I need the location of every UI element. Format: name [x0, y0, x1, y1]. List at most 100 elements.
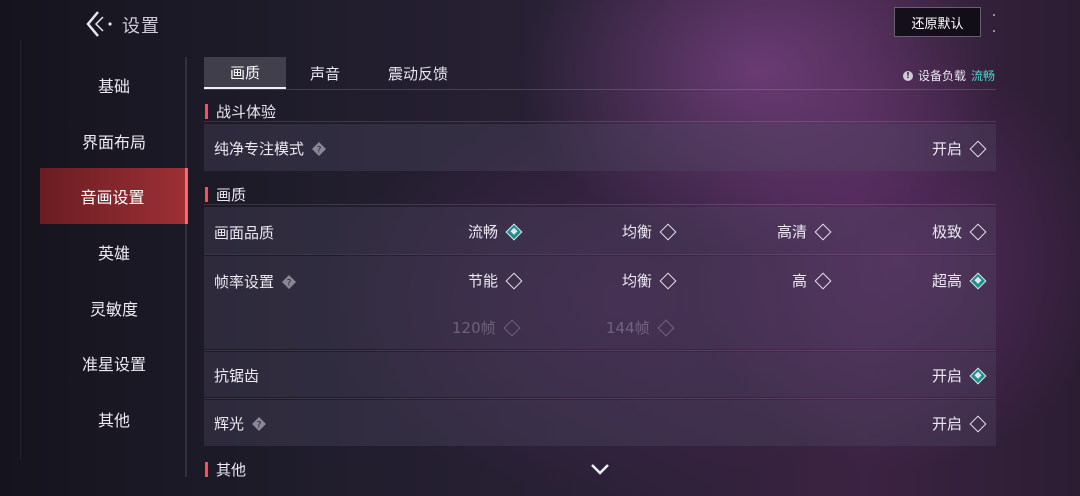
setting-row-picture-quality: 画面品质 流畅 均衡 高清 极致: [204, 207, 996, 254]
row-divider: [204, 398, 996, 399]
setting-label: 辉光 ?: [214, 413, 267, 434]
radio-checked-icon: [969, 272, 987, 289]
radio-checked-icon: [505, 223, 523, 240]
setting-row-pure-focus: 纯净专注模式 ? 开启: [204, 124, 996, 171]
option-label: 开启: [931, 140, 962, 158]
decor-line: [20, 40, 21, 460]
section-other-header: 其他: [205, 459, 246, 480]
device-load-value: 流畅: [970, 69, 995, 83]
frame-option-power-save[interactable]: 节能: [468, 270, 523, 291]
anti-aliasing-label: 抗锯齿: [214, 367, 260, 385]
option-label: 144帧: [606, 319, 650, 337]
sidebar-item-other[interactable]: 其他: [40, 391, 188, 447]
radio-diamond-icon: [659, 223, 677, 240]
sidebar-item-layout[interactable]: 界面布局: [40, 113, 188, 169]
sidebar: 基础 界面布局 音画设置 英雄 灵敏度 准星设置 其他: [40, 57, 188, 447]
frame-option-high[interactable]: 高: [792, 270, 832, 291]
sidebar-item-hero[interactable]: 英雄: [40, 224, 188, 280]
option-label: 极致: [931, 223, 962, 241]
option-label: 120帧: [452, 319, 496, 337]
quality-option-balanced[interactable]: 均衡: [622, 221, 677, 242]
section-title: 画质: [216, 186, 247, 204]
pure-focus-on-option[interactable]: 开启: [931, 138, 987, 159]
radio-diamond-icon: [657, 319, 675, 336]
section-battle-header: 战斗体验: [205, 101, 276, 122]
scroll-down-chevron-icon[interactable]: [589, 462, 611, 478]
back-button[interactable]: [82, 8, 122, 40]
radio-diamond-icon: [814, 223, 832, 240]
warning-icon: !: [902, 70, 913, 81]
radio-diamond-icon: [505, 272, 523, 289]
radio-checked-icon: [969, 367, 987, 384]
section-marker: [205, 462, 208, 477]
bloom-label: 辉光: [214, 415, 245, 433]
setting-label: 画面品质: [214, 222, 274, 243]
radio-diamond-icon: [969, 415, 987, 432]
sidebar-item-crosshair[interactable]: 准星设置: [40, 335, 188, 391]
sidebar-item-basic[interactable]: 基础: [40, 57, 188, 113]
section-title: 战斗体验: [216, 103, 277, 121]
section-title: 其他: [216, 461, 247, 479]
tab-bar: 画质 声音 震动反馈: [204, 57, 472, 89]
page-title: 设置: [122, 16, 160, 37]
tab-graphics[interactable]: 画质: [204, 57, 286, 89]
setting-row-frame-rate: 帧率设置 ? 节能 均衡 高 超高 120帧 144帧: [204, 256, 996, 349]
anti-aliasing-on-option[interactable]: 开启: [931, 365, 987, 386]
setting-label: 帧率设置 ?: [214, 271, 297, 292]
frame-option-balanced[interactable]: 均衡: [622, 270, 677, 291]
reset-default-button[interactable]: 还原默认: [894, 7, 981, 37]
row-divider: [204, 254, 996, 255]
quality-option-smooth[interactable]: 流畅: [468, 221, 523, 242]
picture-quality-label: 画面品质: [214, 224, 275, 242]
section-divider: [204, 121, 996, 122]
radio-diamond-icon: [814, 272, 832, 289]
frame-option-ultra[interactable]: 超高: [931, 270, 987, 291]
pure-focus-label: 纯净专注模式: [214, 140, 305, 158]
frame-rate-label: 帧率设置: [214, 273, 275, 291]
device-load-indicator: ! 设备负载 流畅: [902, 67, 995, 84]
option-label: 开启: [931, 367, 962, 385]
radio-diamond-icon: [969, 140, 987, 157]
svg-text:?: ?: [287, 278, 292, 288]
section-marker: [205, 187, 208, 202]
help-icon[interactable]: ?: [252, 416, 267, 431]
sidebar-divider: [185, 57, 187, 477]
tab-sound[interactable]: 声音: [286, 57, 364, 89]
option-label: 高: [792, 272, 808, 290]
section-marker: [205, 104, 208, 119]
quality-option-hd[interactable]: 高清: [777, 221, 832, 242]
option-label: 高清: [777, 223, 808, 241]
section-divider: [204, 204, 996, 205]
sidebar-item-sensitivity[interactable]: 灵敏度: [40, 280, 188, 336]
option-label: 超高: [931, 272, 962, 290]
setting-label: 纯净专注模式 ?: [214, 138, 327, 159]
device-load-label: 设备负载: [917, 69, 966, 83]
bloom-on-option[interactable]: 开启: [931, 413, 987, 434]
radio-diamond-icon: [503, 319, 521, 336]
radio-diamond-icon: [969, 223, 987, 240]
sidebar-item-audio-video[interactable]: 音画设置: [40, 168, 188, 225]
row-divider: [204, 350, 996, 351]
option-label: 流畅: [468, 223, 499, 241]
help-icon[interactable]: ?: [312, 141, 327, 156]
frame-option-120: 120帧: [452, 317, 521, 338]
setting-row-bloom: 辉光 ? 开启: [204, 400, 996, 446]
frame-option-144: 144帧: [606, 317, 675, 338]
back-arrow-icon: [86, 11, 112, 37]
svg-text:?: ?: [317, 145, 322, 155]
radio-diamond-icon: [659, 272, 677, 289]
tab-vibration[interactable]: 震动反馈: [364, 57, 472, 89]
decor-dot: [993, 14, 995, 16]
decor-dot: [993, 30, 995, 32]
section-quality-header: 画质: [205, 184, 246, 205]
setting-label: 抗锯齿: [214, 365, 259, 386]
tab-divider: [204, 89, 996, 90]
option-label: 开启: [931, 415, 962, 433]
option-label: 节能: [468, 272, 499, 290]
help-icon[interactable]: ?: [282, 274, 297, 289]
svg-text:?: ?: [257, 420, 262, 430]
setting-row-anti-aliasing: 抗锯齿 开启: [204, 352, 996, 397]
option-label: 均衡: [622, 272, 653, 290]
quality-option-ultimate[interactable]: 极致: [931, 221, 987, 242]
option-label: 均衡: [622, 223, 653, 241]
